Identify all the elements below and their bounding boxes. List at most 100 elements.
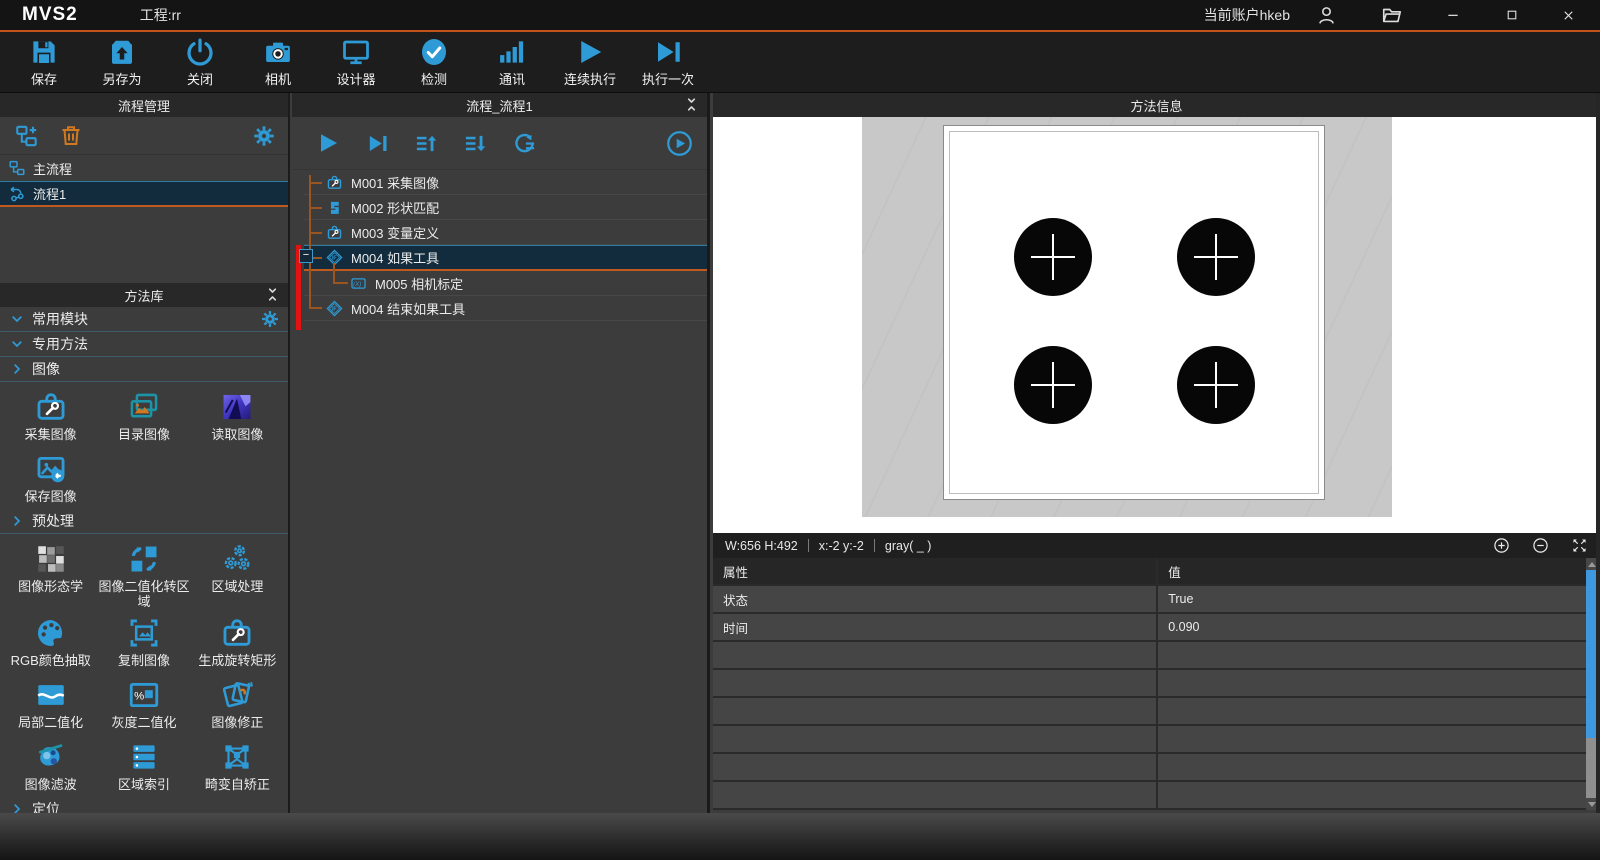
flow-step-list: M001 采集图像M002 形状匹配M003 变量定义IFM004 如果工具(X… — [292, 170, 707, 321]
distort-fix-icon — [220, 740, 254, 774]
property-column-header: 属性 — [713, 558, 1158, 584]
library-section-label: 专用方法 — [32, 334, 88, 354]
library-tool-tile[interactable]: 区域处理 — [191, 537, 284, 609]
morphology-icon — [34, 542, 68, 576]
method-info-header: 方法信息 — [713, 93, 1600, 117]
library-tool-tile[interactable]: 图像形态学 — [4, 537, 97, 609]
property-table-row[interactable] — [713, 670, 1586, 698]
library-section-label: 常用模块 — [32, 309, 88, 329]
library-tool-tile[interactable]: %灰度二值化 — [97, 673, 190, 733]
library-tile-grid: 图像形态学图像二值化转区域区域处理 RGB颜色抽取复制图像生成旋转矩形局部二值化%… — [0, 534, 288, 797]
user-icon[interactable] — [1316, 5, 1337, 26]
fit-expand-icon[interactable] — [1571, 537, 1588, 554]
gear-icon[interactable] — [253, 125, 275, 147]
library-tool-tile[interactable]: 图像滤波 — [4, 735, 97, 795]
rgb-extract-icon — [34, 616, 68, 650]
value-column-header: 值 — [1158, 558, 1586, 584]
minimize-button[interactable] — [1445, 7, 1461, 23]
flow-step-row[interactable]: (X)M005 相机标定 — [304, 271, 707, 296]
image-viewer[interactable] — [713, 117, 1596, 533]
toolbar-button-camera[interactable]: 相机 — [250, 37, 306, 88]
property-table-row[interactable] — [713, 642, 1586, 670]
toolbar-button-signal[interactable]: 通讯 — [484, 37, 540, 88]
titlebar-right: 当前账户hkeb — [1204, 4, 1600, 26]
library-tool-tile[interactable]: 生成旋转矩形 — [191, 611, 284, 671]
flow-step-row[interactable]: IFM004 如果工具 — [304, 245, 707, 271]
save-icon — [29, 37, 59, 67]
toolbar-button-save-as[interactable]: 另存为 — [94, 37, 150, 88]
loop-list-icon[interactable] — [513, 132, 536, 155]
library-section-header[interactable]: 定位 — [0, 797, 288, 813]
library-section-header[interactable]: 预处理 — [0, 509, 288, 534]
library-section-label: 预处理 — [32, 511, 74, 531]
property-cell — [713, 670, 1158, 696]
property-table-row[interactable] — [713, 754, 1586, 782]
library-tool-tile[interactable]: 复制图像 — [97, 611, 190, 671]
method-library-header: 方法库 — [0, 283, 288, 307]
image-fix-icon — [220, 678, 254, 712]
step-expander[interactable]: − — [299, 249, 313, 263]
library-tool-tile[interactable]: 畸变自矫正 — [191, 735, 284, 795]
library-section-header[interactable]: 常用模块 — [0, 307, 288, 332]
gear-icon[interactable] — [261, 310, 279, 328]
toolbar-button-monitor[interactable]: 设计器 — [328, 37, 384, 88]
window-bottom-strip — [0, 813, 1600, 860]
play-icon[interactable] — [316, 131, 340, 155]
library-tool-tile[interactable]: 局部二值化 — [4, 673, 97, 733]
toolbar-button-check-circle[interactable]: 检测 — [406, 37, 462, 88]
svg-text:(X): (X) — [353, 282, 361, 288]
camera-icon — [263, 37, 293, 67]
zoom-in-icon[interactable] — [1493, 537, 1510, 554]
library-tool-tile[interactable]: 目录图像 — [97, 385, 190, 445]
property-table-row[interactable] — [713, 782, 1586, 810]
flow-step-row[interactable]: M003 变量定义 — [304, 220, 707, 245]
library-tool-tile[interactable]: 图像二值化转区域 — [97, 537, 190, 609]
open-project-icon[interactable] — [1381, 4, 1403, 26]
maximize-button[interactable] — [1505, 8, 1519, 22]
flow-step-row[interactable]: IFM004 结束如果工具 — [304, 296, 707, 321]
collapse-icon[interactable] — [684, 97, 699, 112]
camera-image — [862, 117, 1392, 517]
flow-tree-item[interactable]: 主流程 — [0, 155, 288, 181]
signal-icon — [497, 37, 527, 67]
calibration-dot — [1177, 346, 1255, 424]
list-up-icon[interactable] — [415, 132, 438, 155]
toolbar-button-power[interactable]: 关闭 — [172, 37, 228, 88]
copy-image-icon — [127, 616, 161, 650]
photo-stack-icon — [127, 390, 161, 424]
property-table-row[interactable]: 状态True — [713, 586, 1586, 614]
toolbar-button-label: 关闭 — [187, 69, 213, 88]
new-flow-icon[interactable] — [13, 123, 41, 149]
flow-tree-item[interactable]: 流程1 — [0, 181, 288, 207]
svg-text:IF: IF — [332, 255, 337, 261]
property-table-row[interactable] — [713, 698, 1586, 726]
toolbar-button-play-once[interactable]: 执行一次 — [640, 37, 696, 88]
flow-editor-header: 流程_流程1 — [292, 93, 707, 117]
library-section-label: 定位 — [32, 799, 60, 813]
library-tool-tile[interactable]: 图像修正 — [191, 673, 284, 733]
library-tool-tile[interactable]: RGB颜色抽取 — [4, 611, 97, 671]
play-once-icon[interactable] — [366, 132, 389, 155]
library-tool-tile[interactable]: 区域索引 — [97, 735, 190, 795]
close-button[interactable] — [1561, 8, 1576, 23]
collapse-icon[interactable] — [265, 287, 280, 302]
list-down-icon[interactable] — [464, 132, 487, 155]
circle-play-icon[interactable] — [666, 130, 693, 157]
trash-icon[interactable] — [59, 123, 83, 148]
binarize-region-icon — [127, 542, 161, 576]
library-tool-tile[interactable]: 读取图像 — [191, 385, 284, 445]
toolbar-button-play[interactable]: 连续执行 — [562, 37, 618, 88]
flow-step-row[interactable]: M002 形状匹配 — [304, 195, 707, 220]
toolbar-button-save[interactable]: 保存 — [16, 37, 72, 88]
library-tool-tile[interactable]: 保存图像 — [4, 447, 97, 507]
zoom-out-icon[interactable] — [1532, 537, 1549, 554]
value-cell — [1158, 782, 1586, 808]
library-section-header[interactable]: 图像 — [0, 357, 288, 382]
app-window: MVS2 工程:rr 当前账户hkeb 保存另存为关闭相机设计器检测通讯连续执行… — [0, 0, 1600, 860]
region-process-icon — [220, 542, 254, 576]
property-table-row[interactable] — [713, 726, 1586, 754]
library-tool-tile[interactable]: 采集图像 — [4, 385, 97, 445]
library-section-header[interactable]: 专用方法 — [0, 332, 288, 357]
flow-step-row[interactable]: M001 采集图像 — [304, 170, 707, 195]
property-table-row[interactable]: 时间0.090 — [713, 614, 1586, 642]
